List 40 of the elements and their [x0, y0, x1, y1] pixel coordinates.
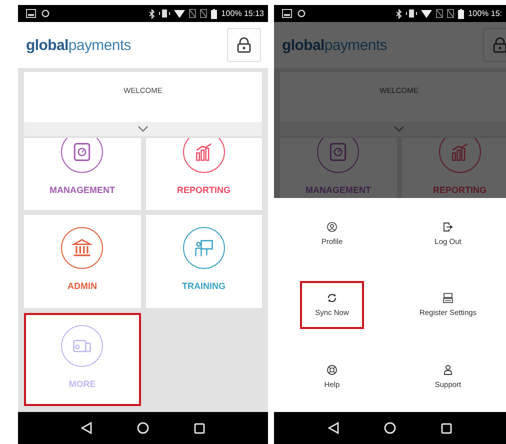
vibrate-icon: [406, 9, 418, 18]
menu-tile[interactable]: ADMIN: [24, 215, 140, 308]
no-sim-icon: [447, 9, 454, 18]
menu-tile[interactable]: TRAINING: [146, 215, 262, 308]
status-text: 100% 15:: [468, 9, 502, 18]
back-icon[interactable]: [328, 422, 339, 434]
no-sim-icon: [200, 9, 208, 18]
image-icon: [282, 9, 292, 18]
logo: globalpayments: [282, 36, 388, 54]
lifebuoy-icon: [326, 364, 338, 376]
lock-icon: [493, 37, 506, 53]
home-icon[interactable]: [137, 422, 149, 434]
menu-tile[interactable]: REPORTING: [146, 138, 262, 210]
home-icon[interactable]: [384, 422, 396, 434]
vibrate-icon: [159, 9, 170, 18]
chevron-down-icon: [394, 126, 404, 132]
battery-icon: [458, 8, 464, 18]
logout-icon: [442, 221, 454, 234]
bluetooth-icon: [149, 8, 156, 18]
presenter-icon: [192, 237, 215, 259]
battery-icon: [211, 8, 218, 18]
no-sim-icon: [189, 9, 196, 18]
logo: globalpayments: [26, 36, 132, 54]
status-text: 100% 15:13: [221, 9, 264, 18]
menu-tile[interactable]: MANAGEMENT: [24, 138, 140, 210]
back-icon[interactable]: [81, 422, 92, 434]
lock-button[interactable]: [227, 28, 261, 62]
cash-register-icon: [442, 292, 454, 304]
profile-icon: [326, 221, 338, 234]
recents-icon[interactable]: [441, 422, 452, 434]
wifi-icon: [174, 9, 186, 18]
bluetooth-icon: [396, 8, 402, 18]
wifi-icon: [421, 9, 432, 18]
lock-icon: [237, 37, 251, 53]
bank-icon: [71, 237, 94, 259]
image-icon: [26, 9, 36, 18]
no-sim-icon: [436, 9, 444, 18]
person-icon: [442, 364, 454, 376]
recents-icon[interactable]: [194, 422, 205, 434]
chevron-down-icon: [138, 126, 148, 132]
